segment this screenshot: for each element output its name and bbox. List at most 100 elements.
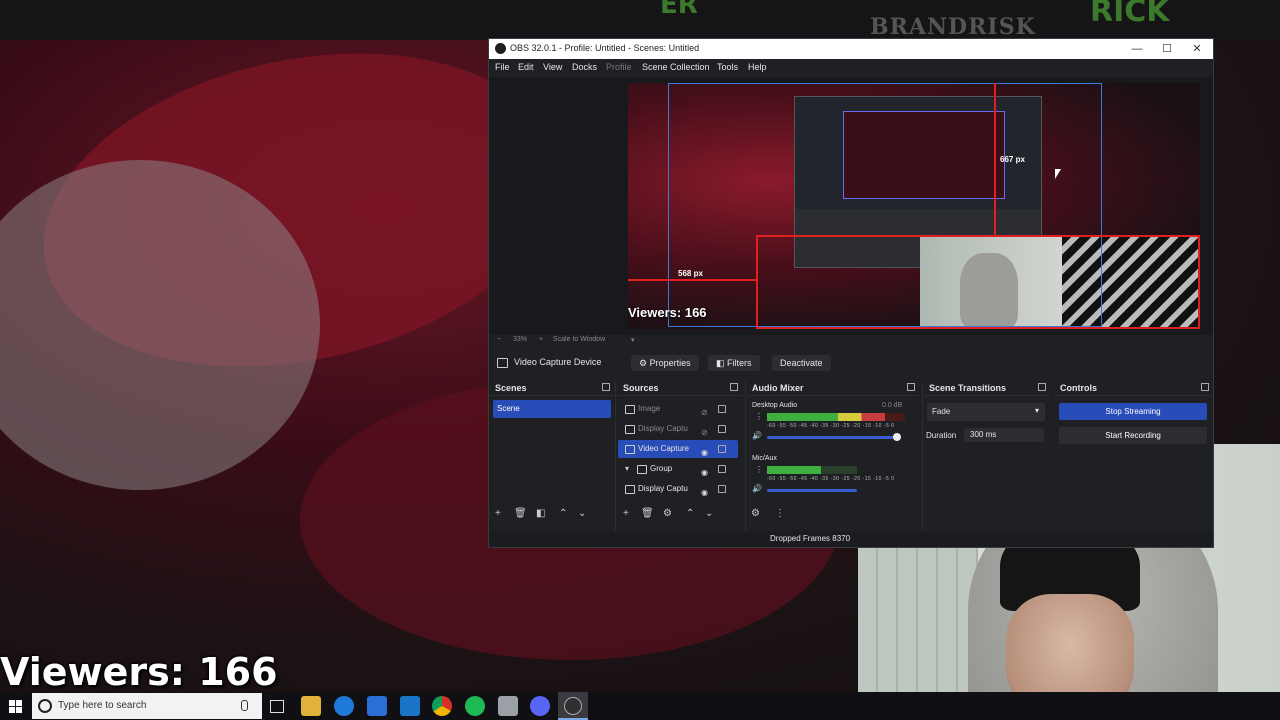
scene-filters-icon[interactable]: ◧ xyxy=(536,508,545,519)
zoom-dropdown-icon[interactable]: ▾ xyxy=(631,336,635,344)
menu-help[interactable]: Help xyxy=(748,62,767,72)
preview-canvas[interactable]: 568 px 667 px Viewers: 166 xyxy=(628,83,1200,329)
more-options-icon[interactable]: ⋮ xyxy=(775,508,785,519)
audio-mixer-title: Audio Mixer xyxy=(747,381,919,396)
dock-undock-icon[interactable] xyxy=(907,383,915,391)
dock-undock-icon[interactable] xyxy=(1038,383,1046,391)
add-scene-icon[interactable]: + xyxy=(495,508,501,519)
stop-streaming-button[interactable]: Stop Streaming xyxy=(1059,403,1207,420)
source-properties-icon[interactable]: ⚙ xyxy=(663,508,672,519)
zoom-level: 33% xyxy=(513,336,528,343)
controls-dock: Controls Stop Streaming Start Recording xyxy=(1055,381,1213,444)
source-item-video-capture[interactable]: Video Capture ◉ xyxy=(618,440,738,458)
dock-undock-icon[interactable] xyxy=(730,383,738,391)
menu-tools[interactable]: Tools xyxy=(717,62,738,72)
selection-box-red[interactable] xyxy=(756,235,1200,329)
dock-separator xyxy=(745,381,746,531)
viewers-overlay: Viewers: 166 xyxy=(0,650,278,692)
deactivate-button[interactable]: Deactivate xyxy=(772,355,831,371)
more-options-icon[interactable]: ⋮ xyxy=(755,465,763,474)
mic-aux-volume-slider[interactable] xyxy=(767,489,857,492)
source-item-display-capture[interactable]: Display Captu ⊘ xyxy=(618,420,738,438)
camera-icon xyxy=(625,445,635,454)
duration-input[interactable]: 300 ms xyxy=(964,428,1044,442)
close-button[interactable]: ✕ xyxy=(1183,41,1211,57)
add-source-icon[interactable]: + xyxy=(623,508,629,519)
source-item-image[interactable]: Image ⊘ xyxy=(618,400,738,418)
properties-button[interactable]: ⚙ Properties xyxy=(631,355,699,371)
chrome-icon[interactable] xyxy=(432,696,452,716)
search-placeholder: Type here to search xyxy=(58,700,147,711)
desktop-audio-meter xyxy=(767,413,885,421)
source-label: Display Captu xyxy=(638,484,688,493)
title-bar[interactable]: OBS 32.0.1 - Profile: Untitled - Scenes:… xyxy=(489,39,1213,59)
sources-dock-title: Sources xyxy=(618,381,742,396)
menu-edit[interactable]: Edit xyxy=(518,62,534,72)
source-item-display-capture-2[interactable]: Display Captu ◉ xyxy=(618,480,738,498)
slider-handle[interactable] xyxy=(893,433,901,441)
obs-taskbar-item[interactable] xyxy=(558,692,588,720)
task-view-icon[interactable] xyxy=(270,700,284,713)
taskbar-search[interactable]: Type here to search xyxy=(32,693,262,719)
lock-icon[interactable] xyxy=(718,405,726,413)
filters-button[interactable]: ◧ Filters xyxy=(708,355,760,371)
mic-aux-meter-level xyxy=(767,466,821,474)
source-item-group[interactable]: ▾ Group ◉ xyxy=(618,460,738,478)
zoom-out-button[interactable]: − xyxy=(497,336,501,343)
microphone-icon[interactable] xyxy=(241,700,248,711)
move-up-icon[interactable]: ⌃ xyxy=(686,508,694,519)
scale-to-window-button[interactable]: Scale to Window xyxy=(553,336,605,343)
chevron-down-icon[interactable]: ▾ xyxy=(625,460,629,478)
menu-view[interactable]: View xyxy=(543,62,562,72)
menu-file[interactable]: File xyxy=(495,62,510,72)
desktop-audio-volume-slider[interactable] xyxy=(767,436,895,439)
zoom-in-button[interactable]: + xyxy=(539,336,543,343)
windows-start-icon[interactable] xyxy=(9,700,22,713)
eye-icon[interactable]: ◉ xyxy=(701,484,708,502)
lock-icon[interactable] xyxy=(718,445,726,453)
maximize-button[interactable]: ☐ xyxy=(1153,41,1181,57)
filters-label: Filters xyxy=(727,358,752,368)
remove-scene-icon[interactable]: 🗑 xyxy=(514,508,527,519)
lock-icon[interactable] xyxy=(718,485,726,493)
transition-select[interactable]: Fade ▾ xyxy=(927,403,1045,421)
search-icon xyxy=(38,699,52,713)
distance-label-horizontal: 568 px xyxy=(678,269,703,278)
file-explorer-icon[interactable] xyxy=(301,696,321,716)
dock-separator xyxy=(922,381,923,531)
scene-transitions-dock: Scene Transitions Fade ▾ Duration 300 ms xyxy=(924,381,1050,442)
speaker-icon[interactable]: 🔊 xyxy=(752,431,762,440)
discord-icon[interactable] xyxy=(530,696,550,716)
app-icon[interactable] xyxy=(498,696,518,716)
spotify-icon[interactable] xyxy=(465,696,485,716)
speaker-icon[interactable]: 🔊 xyxy=(752,484,762,493)
menu-docks[interactable]: Docks xyxy=(572,62,597,72)
move-down-icon[interactable]: ⌄ xyxy=(578,508,586,519)
dock-undock-icon[interactable] xyxy=(602,383,610,391)
move-down-icon[interactable]: ⌄ xyxy=(705,508,713,519)
menu-profile[interactable]: Profile xyxy=(606,62,632,72)
desktop-audio-db: 0.0 dB xyxy=(882,402,903,409)
folder-icon xyxy=(637,465,647,474)
lock-icon[interactable] xyxy=(718,425,726,433)
status-bar: Dropped Frames 8370 xyxy=(489,531,1213,547)
move-up-icon[interactable]: ⌃ xyxy=(559,508,567,519)
filter-icon: ◧ xyxy=(716,358,728,368)
source-label: Display Captu xyxy=(638,424,688,433)
scene-item[interactable]: Scene xyxy=(493,400,611,418)
lock-icon[interactable] xyxy=(718,465,726,473)
dock-undock-icon[interactable] xyxy=(1201,383,1209,391)
edge-icon[interactable] xyxy=(334,696,354,716)
sources-dock: Sources Image ⊘ Display Captu ⊘ Video Ca… xyxy=(618,381,742,521)
taskbar: Type here to search xyxy=(0,692,1280,720)
start-recording-button[interactable]: Start Recording xyxy=(1059,427,1207,444)
gear-icon: ⚙ xyxy=(639,358,650,368)
image-icon xyxy=(625,405,635,414)
audio-settings-icon[interactable]: ⚙ xyxy=(751,508,760,519)
more-options-icon[interactable]: ⋮ xyxy=(755,412,763,421)
mail-icon[interactable] xyxy=(400,696,420,716)
remove-source-icon[interactable]: 🗑 xyxy=(641,508,654,519)
menu-scene-collection[interactable]: Scene Collection xyxy=(642,62,710,72)
store-icon[interactable] xyxy=(367,696,387,716)
minimize-button[interactable]: — xyxy=(1123,41,1151,57)
